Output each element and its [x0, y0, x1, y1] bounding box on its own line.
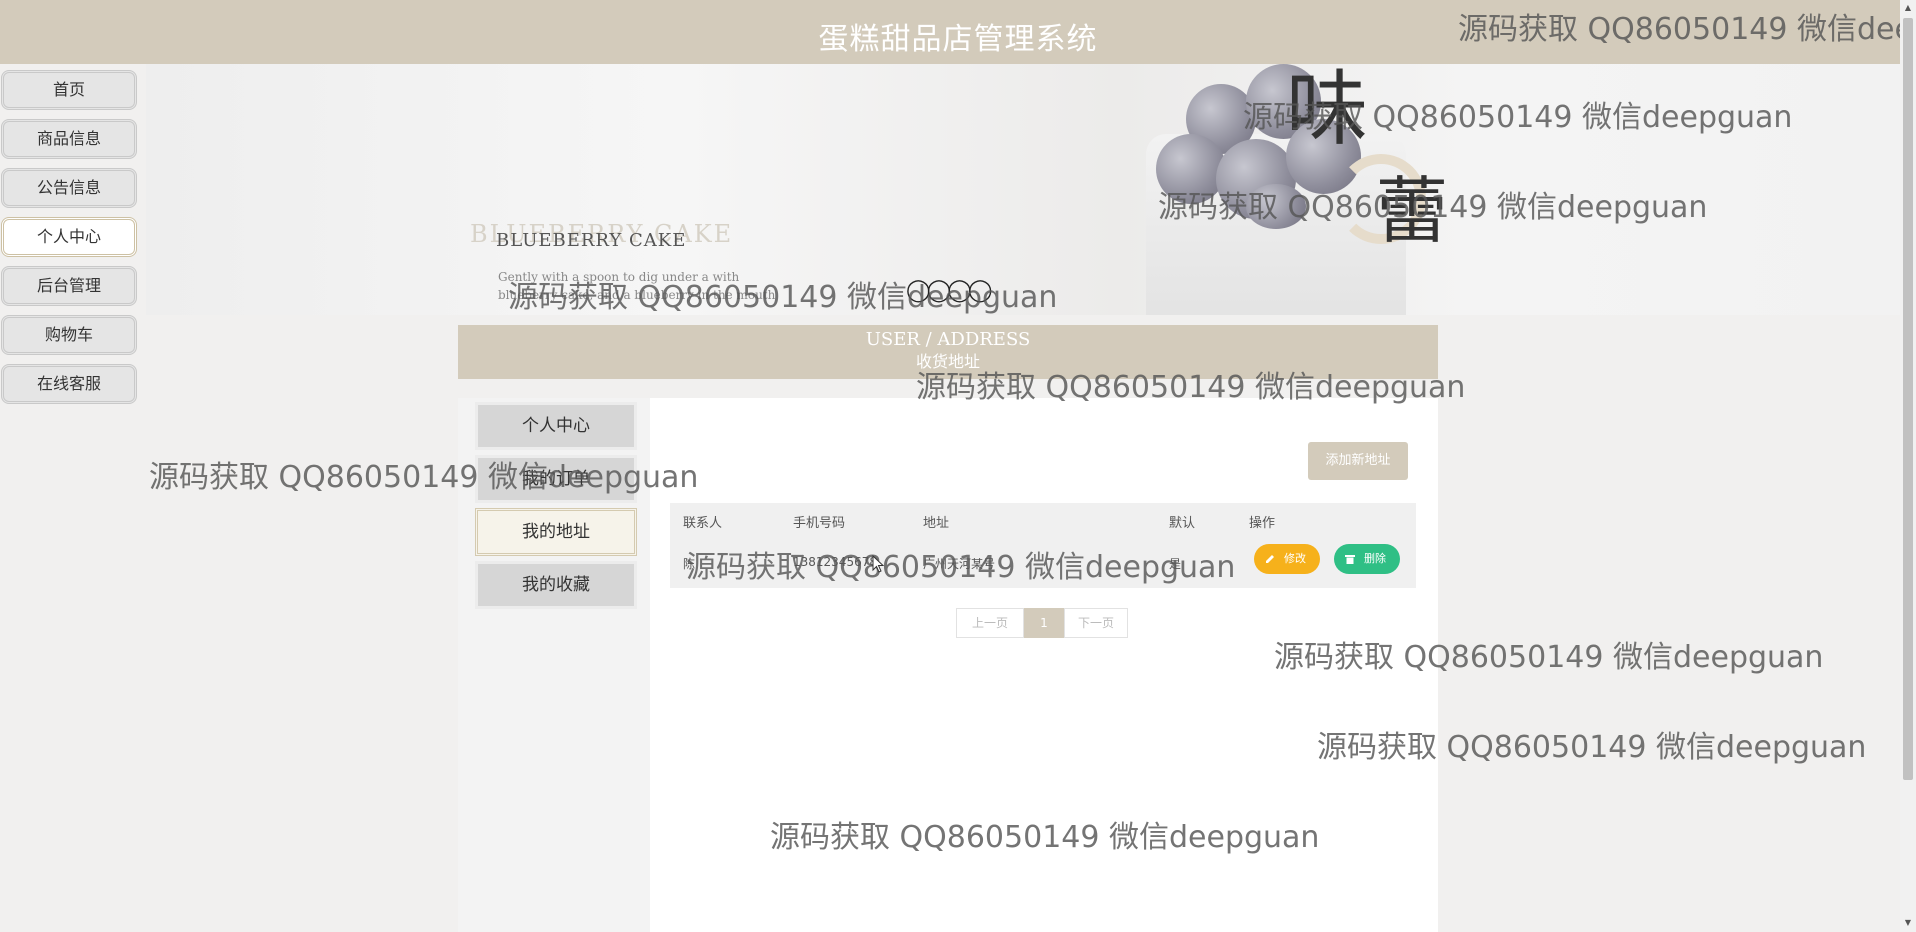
top-header: 蛋糕甜品店管理系统 [0, 0, 1916, 64]
chain-icon: ◯◯◯◯ [906, 278, 993, 303]
blueberry [1246, 184, 1306, 229]
nav-item-admin[interactable]: 后台管理 [1, 266, 137, 306]
banner-glyph-bottom: 蕾 [1376, 169, 1449, 253]
blueberry [1156, 134, 1226, 204]
delete-address-button[interactable]: 删除 [1334, 544, 1400, 574]
row-contact: 陈 [683, 557, 696, 571]
nav-item-personal-center[interactable]: 个人中心 [1, 217, 137, 257]
edit-address-button[interactable]: 修改 [1254, 544, 1320, 574]
banner-glyph-top: 味 [1286, 64, 1369, 157]
banner-tag: BLUEBERRY CAKE [496, 230, 687, 251]
column-header-actions: 操作 [1249, 516, 1276, 531]
submenu-my-addresses[interactable]: 我的地址 [475, 508, 637, 556]
nav-item-home[interactable]: 首页 [1, 70, 137, 110]
page-title: 蛋糕甜品店管理系统 [818, 22, 1098, 57]
page-number-current[interactable]: 1 [1024, 608, 1064, 638]
scroll-up-icon[interactable]: ▲ [1903, 3, 1913, 13]
add-address-button[interactable]: 添加新地址 [1308, 442, 1408, 480]
banner-tag-description: Gently with a spoon to dig under a with … [498, 270, 776, 302]
section-header: USER / ADDRESS 收货地址 [458, 325, 1438, 379]
pagination: 上一页 1 下一页 [956, 608, 1128, 638]
nav-item-products[interactable]: 商品信息 [1, 119, 137, 159]
nav-item-notices[interactable]: 公告信息 [1, 168, 137, 208]
prev-page-button[interactable]: 上一页 [956, 608, 1024, 638]
mouse-cursor-icon [872, 555, 884, 573]
row-address: 广州天河某号 [923, 557, 996, 571]
row-phone: 13812345678 [793, 555, 877, 569]
user-submenu: 个人中心 我的订单 我的地址 我的收藏 [475, 402, 639, 614]
edit-label: 修改 [1284, 552, 1306, 565]
nav-item-cart[interactable]: 购物车 [1, 315, 137, 355]
submenu-my-orders[interactable]: 我的订单 [475, 455, 637, 503]
scroll-down-icon[interactable]: ▼ [1903, 918, 1913, 928]
delete-label: 删除 [1364, 552, 1386, 565]
scrollbar-thumb[interactable] [1903, 18, 1913, 780]
column-header-address: 地址 [923, 516, 950, 531]
next-page-button[interactable]: 下一页 [1064, 608, 1128, 638]
section-title-en: USER / ADDRESS [865, 329, 1031, 350]
submenu-my-favorites[interactable]: 我的收藏 [475, 561, 637, 609]
hero-banner: 味 蕾 BLUEBERRY CAKE BLUEBERRY CAKE Gently… [146, 64, 1916, 315]
column-header-default: 默认 [1169, 516, 1196, 531]
address-table: 联系人 手机号码 地址 默认 操作 陈 13812345678 广州天河某号 是… [670, 503, 1416, 588]
column-header-phone: 手机号码 [793, 516, 846, 531]
vertical-scrollbar[interactable]: ▲ ▼ [1900, 0, 1916, 932]
row-default: 是 [1169, 557, 1182, 571]
address-panel: 个人中心 我的订单 我的地址 我的收藏 添加新地址 联系人 手机号码 地址 默认… [458, 398, 1438, 932]
pencil-icon [1266, 555, 1274, 563]
section-title-cn: 收货地址 [915, 352, 980, 371]
trash-icon [1345, 555, 1355, 564]
submenu-personal-center[interactable]: 个人中心 [475, 402, 637, 450]
column-header-contact: 联系人 [683, 516, 723, 531]
nav-item-customer-service[interactable]: 在线客服 [1, 364, 137, 404]
side-nav: 首页 商品信息 公告信息 个人中心 后台管理 购物车 在线客服 [0, 70, 138, 413]
